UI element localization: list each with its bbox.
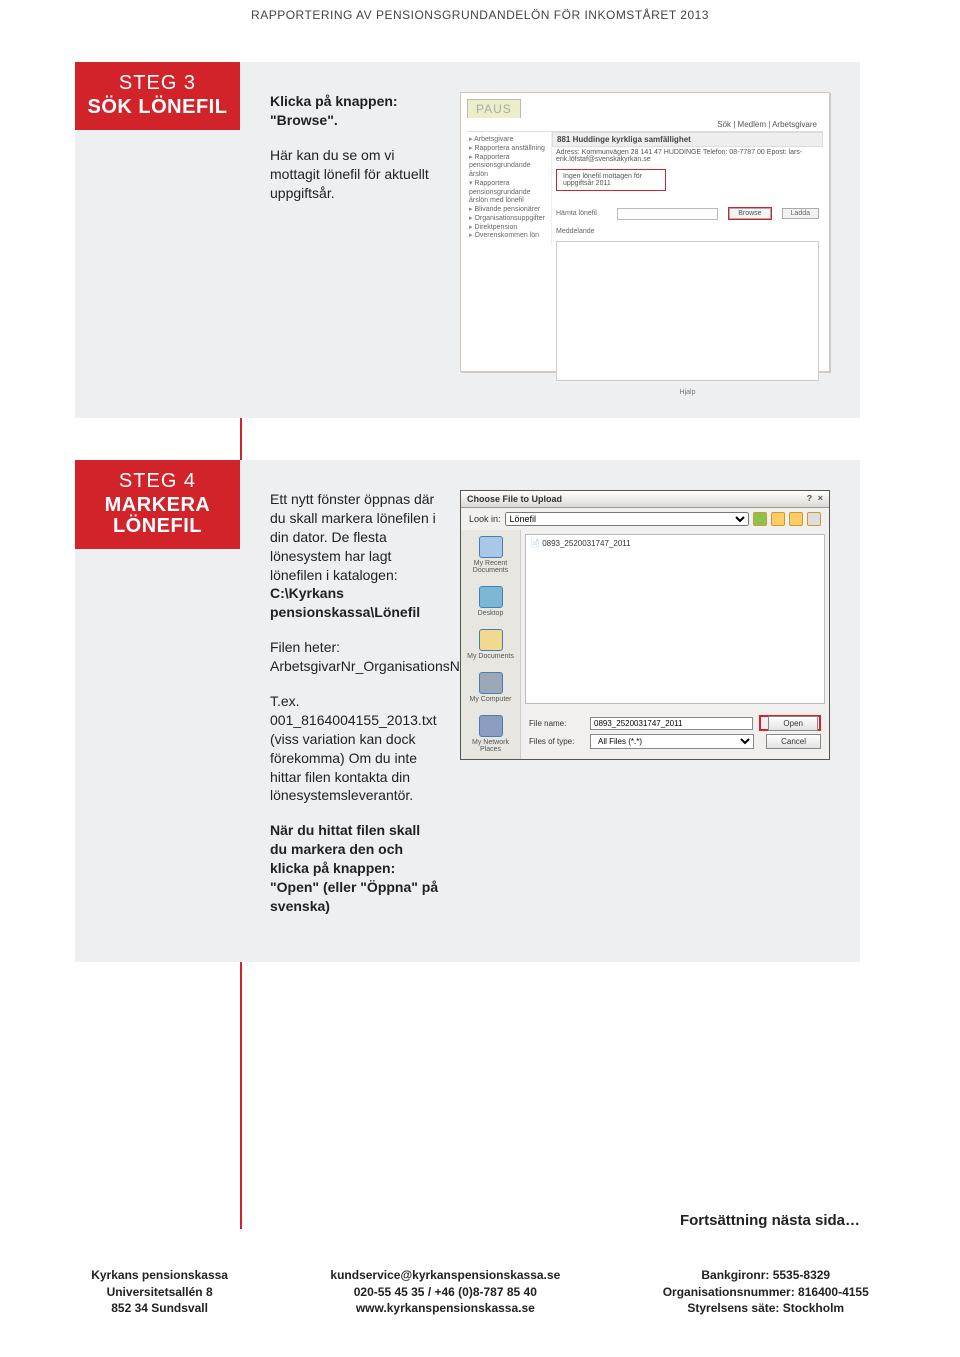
lookin-label: Look in: [469, 514, 501, 524]
step-3-text: Klicka på knappen: "Browse". Här kan du … [270, 92, 440, 218]
ss-status-highlight: Ingen lönefil mottagen för uppgiftsår 20… [556, 169, 666, 191]
help-link[interactable]: Hjalp [552, 385, 823, 396]
footer-left-1: Universitetsallén 8 [107, 1285, 213, 1299]
tree-item: Direktpension [469, 224, 549, 233]
step-4-p3: T.ex. 001_8164004155_2013.txt (viss vari… [270, 692, 440, 805]
tree-item: Rapportera pensionsgrundande årslön [469, 154, 549, 180]
step-4-p1b: C:\Kyrkans pensionskassa\Lönefil [270, 585, 420, 620]
paus-tab: PAUS [467, 99, 521, 118]
filename-input[interactable] [590, 717, 753, 730]
upload-path-input[interactable] [617, 208, 718, 220]
place-mycomputer[interactable]: My Computer [461, 666, 520, 709]
filetype-select[interactable]: All Files (*.*) [590, 734, 754, 749]
back-icon[interactable] [753, 512, 767, 526]
up-icon[interactable] [771, 512, 785, 526]
tree-item: Rapportera pensionsgrundande årslön med … [469, 180, 549, 206]
message-area [556, 241, 819, 381]
place-mydocs[interactable]: My Documents [461, 623, 520, 666]
upload-button[interactable]: Ladda [782, 208, 819, 219]
filetype-label: Files of type: [529, 737, 584, 746]
upload-label: Hämta lönefil [556, 210, 611, 217]
lookin-select[interactable]: Lönefil [505, 512, 749, 526]
step-3-p1: Klicka på knappen: "Browse". [270, 93, 398, 128]
footer-left-2: 852 34 Sundsvall [111, 1301, 208, 1315]
footer-mid-1: 020-55 45 35 / +46 (0)8-787 85 40 [354, 1285, 537, 1299]
step-3-label: STEG 3 SÖK LÖNEFIL [75, 62, 240, 130]
file-list[interactable]: 0893_2520031747_2011 [525, 534, 825, 704]
ss-topbar: Sök | Medlem | Arbetsgivare [467, 118, 823, 132]
step-3: STEG 3 SÖK LÖNEFIL Klicka på knappen: "B… [75, 62, 860, 418]
place-network[interactable]: My Network Places [461, 709, 520, 759]
newfolder-icon[interactable] [789, 512, 803, 526]
open-highlight: Open [759, 715, 821, 731]
ss-company-title: 881 Huddinge kyrkliga samfällighet [552, 132, 823, 147]
step-4-p4: När du hittat filen skall du markera den… [270, 822, 438, 914]
step-4-num: STEG 4 [81, 470, 234, 493]
page-header: RAPPORTERING AV PENSIONSGRUNDANDELÖN FÖR… [0, 0, 960, 62]
open-button[interactable]: Open [768, 716, 818, 731]
step-3-title: SÖK LÖNEFIL [81, 97, 234, 118]
ss-tree: Arbetsgivare Rapportera anställning Rapp… [467, 132, 552, 245]
page-footer: Kyrkans pensionskassa Universitetsallén … [0, 1249, 960, 1357]
place-desktop[interactable]: Desktop [461, 580, 520, 623]
step-3-num: STEG 3 [81, 72, 234, 95]
footer-mid-2: www.kyrkanspensionskassa.se [356, 1301, 535, 1315]
close-icon[interactable]: ? × [807, 494, 823, 504]
file-dialog-screenshot: Choose File to Upload ? × Look in: Lönef… [460, 490, 830, 760]
places-bar: My Recent Documents Desktop My Documents… [461, 530, 521, 759]
continuation-text: Fortsättning nästa sida… [0, 1212, 860, 1229]
step-4-label: STEG 4 MARKERA LÖNEFIL [75, 460, 240, 549]
step-4-text: Ett nytt fönster öppnas där du skall mar… [270, 490, 440, 932]
tree-item: Arbetsgivare [469, 136, 549, 145]
cancel-button[interactable]: Cancel [766, 734, 821, 749]
footer-right-1: Organisationsnummer: 816400-4155 [663, 1285, 869, 1299]
step-4-title: MARKERA LÖNEFIL [81, 495, 234, 537]
ss-company-info: Adress: Kommunvägen 28 141 47 HUDDINGE T… [552, 147, 823, 165]
step-4: STEG 4 MARKERA LÖNEFIL Ett nytt fönster … [75, 460, 860, 962]
views-icon[interactable] [807, 512, 821, 526]
place-recent[interactable]: My Recent Documents [461, 530, 520, 580]
browser-screenshot: PAUS Sök | Medlem | Arbetsgivare Arbetsg… [460, 92, 830, 372]
browse-highlight: Browse [728, 207, 771, 220]
browse-button[interactable]: Browse [729, 208, 770, 219]
footer-right-2: Styrelsens säte: Stockholm [687, 1301, 844, 1315]
step-4-p1: Ett nytt fönster öppnas där du skall mar… [270, 491, 436, 583]
message-label: Meddelande [556, 228, 611, 235]
file-item[interactable]: 0893_2520031747_2011 [530, 539, 820, 548]
tree-item: Organisationsuppgifter [469, 215, 549, 224]
tree-item: Blivande pensionärer [469, 206, 549, 215]
filename-label: File name: [529, 719, 584, 728]
tree-item: Överenskommen lön [469, 232, 549, 241]
step-4-p2: Filen heter: ArbetsgivarNr_Organisations… [270, 638, 440, 676]
dialog-title: Choose File to Upload [467, 494, 562, 504]
step-3-p2: Här kan du se om vi mottagit lönefil för… [270, 146, 440, 203]
tree-item: Rapportera anställning [469, 145, 549, 154]
